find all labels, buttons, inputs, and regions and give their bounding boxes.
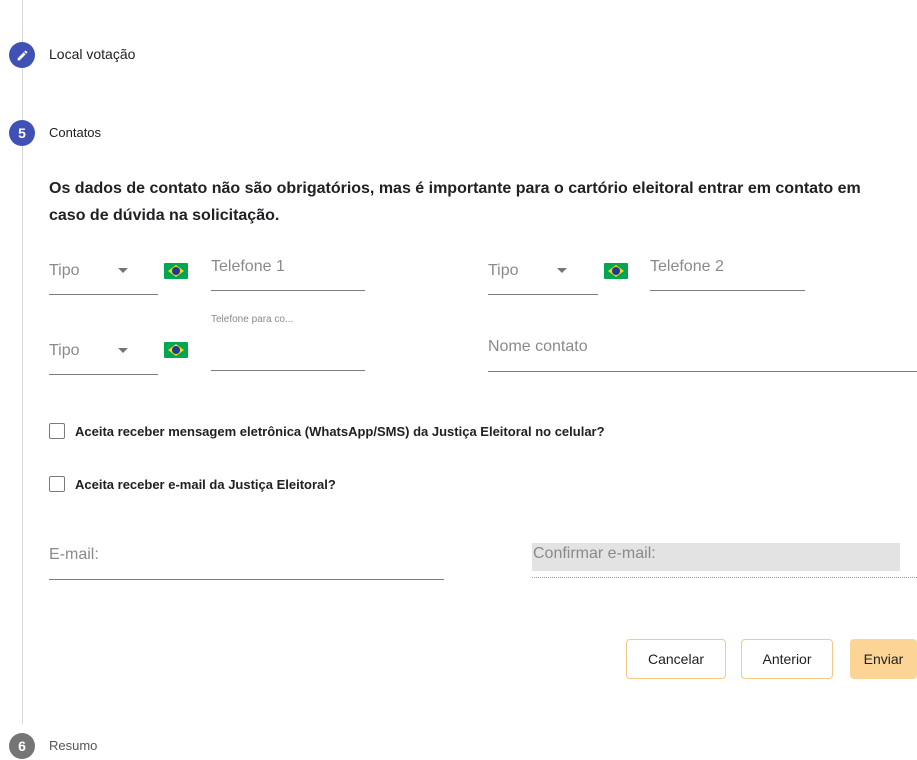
phone3-input[interactable]: Telefone para co... xyxy=(211,314,365,371)
phone2-type-select[interactable]: Tipo xyxy=(488,254,598,295)
phone1-type-label: Tipo xyxy=(49,262,80,279)
step-local-votacao-label[interactable]: Local votação xyxy=(49,46,135,62)
confirm-email-underline xyxy=(532,577,917,578)
stepper-line-middle xyxy=(22,68,23,120)
phone1-input[interactable]: Telefone 1 xyxy=(211,252,365,291)
phone2-type-label: Tipo xyxy=(488,262,519,279)
step-resumo-circle: 6 xyxy=(9,733,35,759)
email-input[interactable]: E-mail: xyxy=(49,540,444,580)
brazil-flag-icon xyxy=(164,263,188,279)
pencil-icon xyxy=(17,50,27,60)
contact-name-placeholder: Nome contato xyxy=(488,338,588,355)
step-local-votacao-circle[interactable] xyxy=(9,42,35,68)
phone3-type-select[interactable]: Tipo xyxy=(49,334,158,375)
contact-name-input[interactable]: Nome contato xyxy=(488,332,917,372)
phone3-float-label: Telefone para co... xyxy=(211,314,294,325)
brazil-flag-icon xyxy=(164,342,188,358)
whatsapp-sms-checkbox-label[interactable]: Aceita receber mensagem eletrônica (What… xyxy=(75,424,605,439)
step-resumo-label: Resumo xyxy=(49,738,98,753)
phone1-type-select[interactable]: Tipo xyxy=(49,254,158,295)
chevron-down-icon xyxy=(118,348,128,353)
cancel-button[interactable]: Cancelar xyxy=(626,639,726,679)
contact-intro-text: Os dados de contato não são obrigatórios… xyxy=(49,180,861,224)
confirm-email-input[interactable]: Confirmar e-mail: xyxy=(532,543,900,571)
chevron-down-icon xyxy=(557,268,567,273)
step-contatos-circle: 5 xyxy=(9,120,35,146)
stepper-line-main xyxy=(22,146,23,724)
previous-button[interactable]: Anterior xyxy=(741,639,833,679)
phone3-type-label: Tipo xyxy=(49,342,80,359)
email-consent-checkbox-label[interactable]: Aceita receber e-mail da Justiça Eleitor… xyxy=(75,477,336,492)
phone2-input[interactable]: Telefone 2 xyxy=(650,252,805,291)
phone1-placeholder: Telefone 1 xyxy=(211,258,285,275)
chevron-down-icon xyxy=(118,268,128,273)
step-contatos-label: Contatos xyxy=(49,125,102,140)
stepper-line-top xyxy=(22,0,23,42)
confirm-email-placeholder: Confirmar e-mail: xyxy=(533,545,656,562)
brazil-flag-icon xyxy=(604,263,628,279)
whatsapp-sms-checkbox[interactable] xyxy=(49,423,65,439)
email-consent-checkbox[interactable] xyxy=(49,476,65,492)
phone2-placeholder: Telefone 2 xyxy=(650,258,724,275)
submit-button[interactable]: Enviar xyxy=(850,639,917,679)
email-placeholder: E-mail: xyxy=(49,546,99,563)
